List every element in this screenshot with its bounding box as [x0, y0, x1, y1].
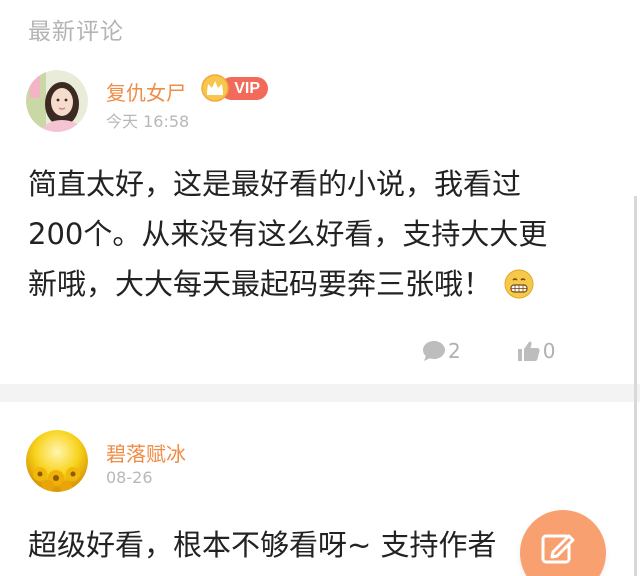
write-comment-button[interactable] — [520, 510, 606, 576]
thumbs-up-icon — [517, 341, 540, 361]
like-button[interactable]: 0 — [517, 339, 556, 363]
grin-emoji-icon — [504, 269, 534, 299]
section-divider — [0, 384, 640, 402]
comment-text-line: 200个。从来没有这么好看，支持大大更 — [28, 217, 548, 251]
comment-text-line: 简直太好，这是最好看的小说，我看过 — [28, 167, 522, 201]
scrollbar[interactable] — [634, 196, 637, 576]
avatar[interactable] — [26, 430, 88, 492]
username[interactable]: 碧落赋冰 — [106, 438, 186, 467]
comment-time: 08-26 — [106, 468, 153, 487]
reply-count: 2 — [448, 339, 461, 363]
vip-badge: VIP — [200, 74, 270, 102]
comment-text-line: 新哦，大大每天最起码要奔三张哦！ — [28, 259, 608, 309]
crown-icon — [201, 74, 229, 102]
comment-bubble-icon — [423, 341, 445, 361]
comment-time: 今天 16:58 — [106, 112, 190, 131]
comments-page: 最新评论 复仇女尸 VIP 今天 16:58 简直太好，这是最好看的小说，我看过… — [0, 0, 640, 576]
username[interactable]: 复仇女尸 — [106, 77, 186, 106]
comment-item: 复仇女尸 VIP 今天 16:58 简直太好，这是最好看的小说，我看过 200个… — [0, 0, 640, 384]
comment-text: 简直太好，这是最好看的小说，我看过 200个。从来没有这么好看，支持大大更 新哦… — [28, 159, 608, 309]
like-count: 0 — [542, 339, 556, 363]
avatar[interactable] — [26, 70, 88, 132]
edit-icon — [541, 534, 575, 564]
comment-actions: 2 0 — [422, 336, 555, 366]
reply-button[interactable]: 2 — [422, 339, 461, 363]
